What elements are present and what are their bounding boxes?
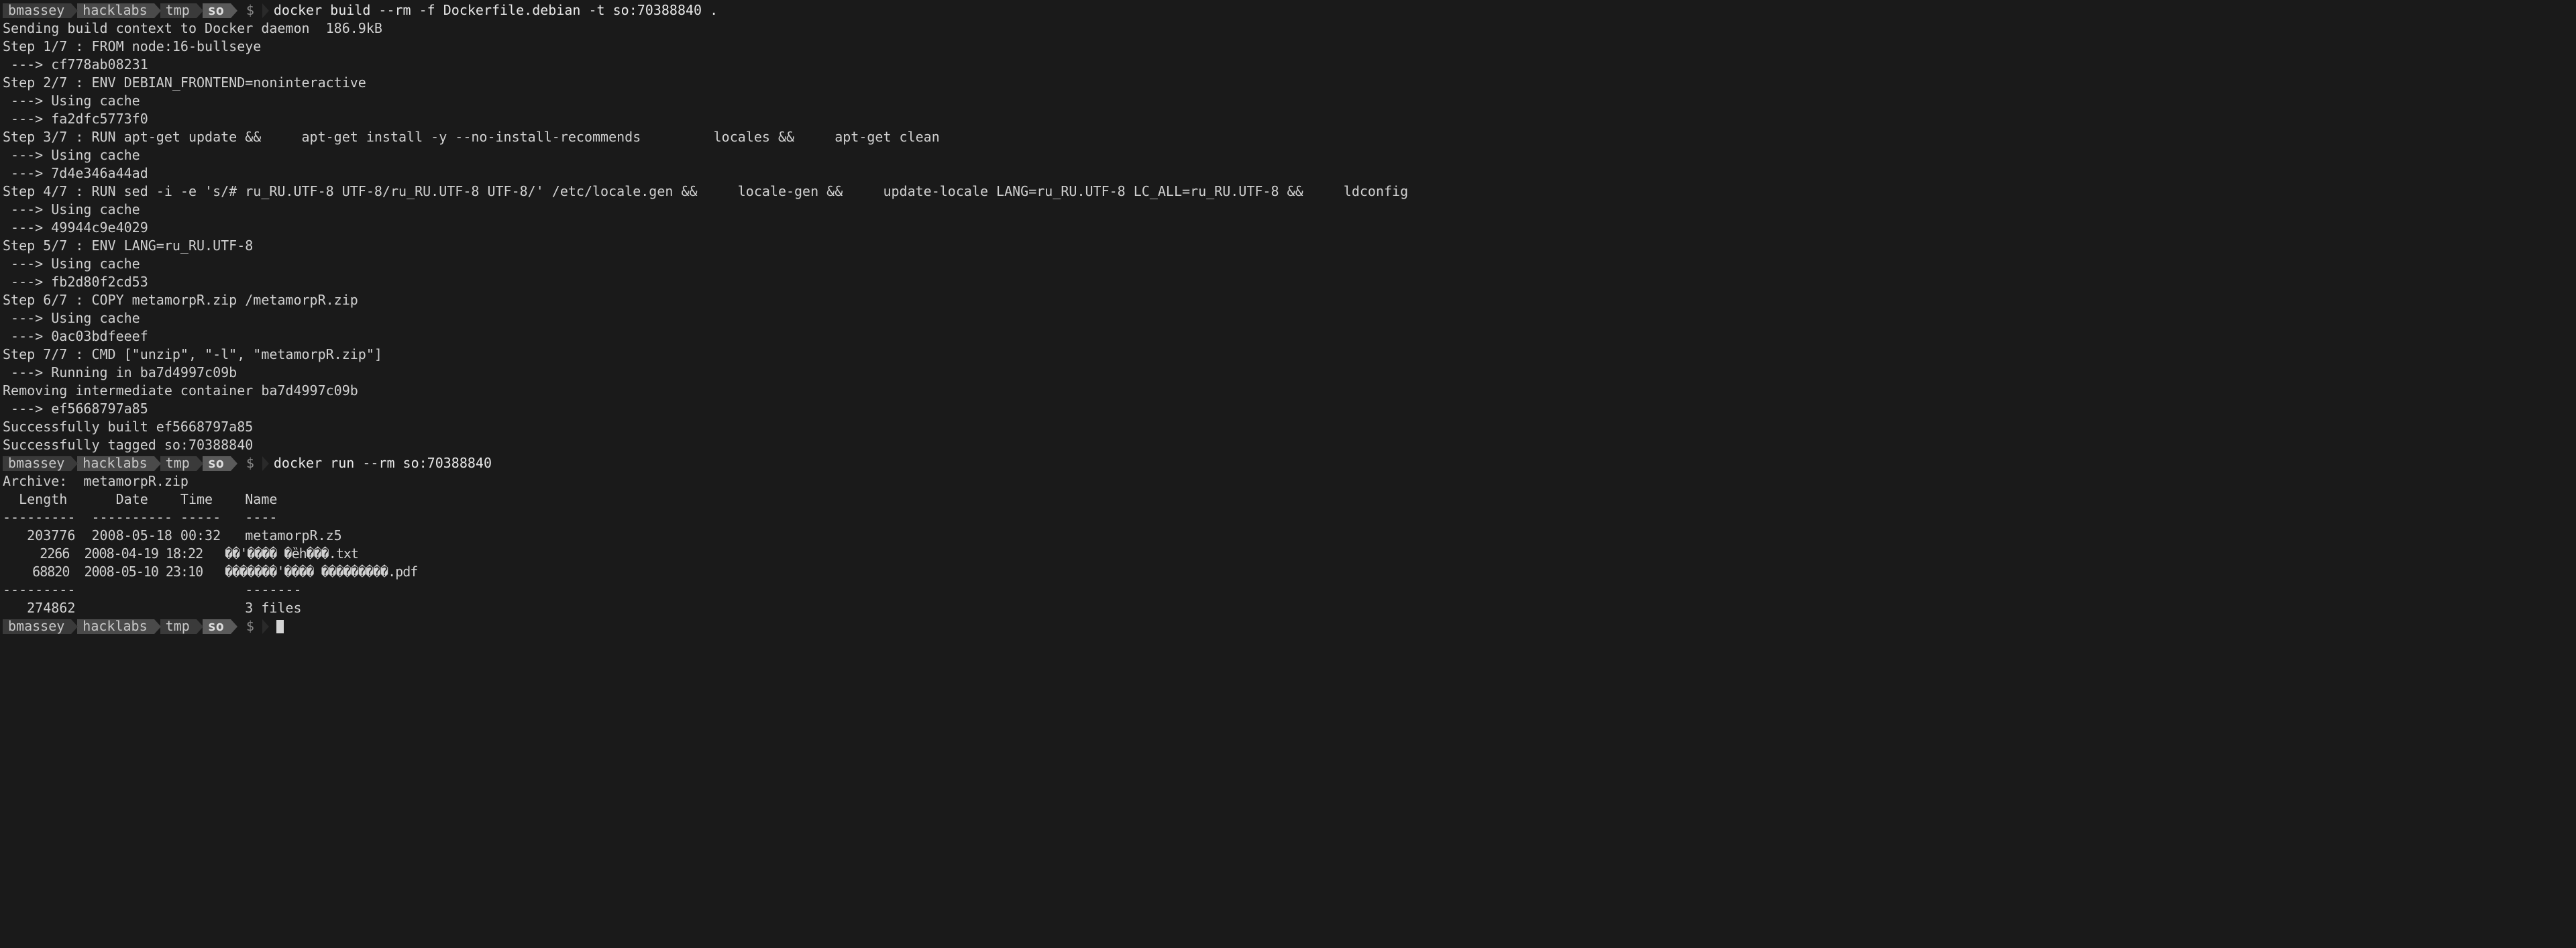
chevron-icon <box>262 3 269 18</box>
output-line: ---> Using cache <box>3 309 2573 327</box>
chevron-icon <box>262 456 269 471</box>
output-line-garbled: 68820 2008-05-10 23:10 �������'���� ����… <box>3 563 2573 581</box>
chevron-icon <box>71 456 78 471</box>
output-line: Successfully built ef5668797a85 <box>3 418 2573 436</box>
chevron-icon <box>262 619 269 634</box>
output-line: 274862 3 files <box>3 599 2573 617</box>
prompt-line-3[interactable]: bmassey hacklabs tmp so $ <box>3 617 2573 635</box>
chevron-icon <box>154 619 161 634</box>
output-line: Sending build context to Docker daemon 1… <box>3 19 2573 38</box>
output-line: ---> 0ac03bdfeeef <box>3 327 2573 346</box>
output-line: Step 7/7 : CMD ["unzip", "-l", "metamorp… <box>3 346 2573 364</box>
terminal[interactable]: bmassey hacklabs tmp so $ docker build -… <box>0 0 2576 637</box>
prompt-path-seg: hacklabs <box>77 456 154 471</box>
output-line: ---> 7d4e346a44ad <box>3 164 2573 182</box>
output-line: --------- ---------- ----- ---- <box>3 509 2573 527</box>
prompt-path-seg: so <box>203 3 231 18</box>
output-line: ---> Using cache <box>3 201 2573 219</box>
prompt-path-seg: so <box>203 456 231 471</box>
output-line: ---> Using cache <box>3 255 2573 273</box>
output-line: 203776 2008-05-18 00:32 metamorpR.z5 <box>3 527 2573 545</box>
prompt-path-seg: tmp <box>160 619 197 634</box>
chevron-icon <box>197 456 203 471</box>
output-line: Length Date Time Name <box>3 490 2573 509</box>
chevron-icon <box>154 456 161 471</box>
chevron-icon <box>71 619 78 634</box>
output-line: ---> 49944c9e4029 <box>3 219 2573 237</box>
chevron-icon <box>197 619 203 634</box>
output-line: ---> fa2dfc5773f0 <box>3 110 2573 128</box>
prompt-line-1: bmassey hacklabs tmp so $ docker build -… <box>3 1 2573 19</box>
chevron-icon <box>71 3 78 18</box>
output-line: Step 4/7 : RUN sed -i -e 's/# ru_RU.UTF-… <box>3 182 2573 201</box>
prompt-dollar: $ <box>237 454 262 472</box>
output-line: ---> cf778ab08231 <box>3 56 2573 74</box>
output-line: Step 3/7 : RUN apt-get update && apt-get… <box>3 128 2573 146</box>
cursor <box>276 620 284 633</box>
prompt-dollar: $ <box>237 617 262 635</box>
output-line: ---> ef5668797a85 <box>3 400 2573 418</box>
output-line: Archive: metamorpR.zip <box>3 472 2573 490</box>
prompt-path-seg: tmp <box>160 456 197 471</box>
output-line: Step 5/7 : ENV LANG=ru_RU.UTF-8 <box>3 237 2573 255</box>
output-line: ---> Running in ba7d4997c09b <box>3 364 2573 382</box>
chevron-icon <box>197 3 203 18</box>
prompt-user: bmassey <box>3 3 71 18</box>
chevron-icon <box>231 3 237 18</box>
output-line: ---> Using cache <box>3 146 2573 164</box>
prompt-path-seg: hacklabs <box>77 3 154 18</box>
prompt-line-2: bmassey hacklabs tmp so $ docker run --r… <box>3 454 2573 472</box>
command-text: docker build --rm -f Dockerfile.debian -… <box>268 1 718 19</box>
output-line: Step 2/7 : ENV DEBIAN_FRONTEND=nonintera… <box>3 74 2573 92</box>
output-line: Step 6/7 : COPY metamorpR.zip /metamorpR… <box>3 291 2573 309</box>
output-line: --------- ------- <box>3 581 2573 599</box>
prompt-user: bmassey <box>3 619 71 634</box>
chevron-icon <box>231 456 237 471</box>
output-line: Step 1/7 : FROM node:16-bullseye <box>3 38 2573 56</box>
chevron-icon <box>231 619 237 634</box>
output-line: Removing intermediate container ba7d4997… <box>3 382 2573 400</box>
prompt-dollar: $ <box>237 1 262 19</box>
output-line: ---> Using cache <box>3 92 2573 110</box>
prompt-path-seg: tmp <box>160 3 197 18</box>
output-line: ---> fb2d80f2cd53 <box>3 273 2573 291</box>
prompt-user: bmassey <box>3 456 71 471</box>
command-text: docker run --rm so:70388840 <box>268 454 492 472</box>
output-line: Successfully tagged so:70388840 <box>3 436 2573 454</box>
prompt-path-seg: hacklabs <box>77 619 154 634</box>
prompt-path-seg: so <box>203 619 231 634</box>
output-line-garbled: 2266 2008-04-19 18:22 ��'���� �ȅh���.txt <box>3 545 2573 563</box>
chevron-icon <box>154 3 161 18</box>
